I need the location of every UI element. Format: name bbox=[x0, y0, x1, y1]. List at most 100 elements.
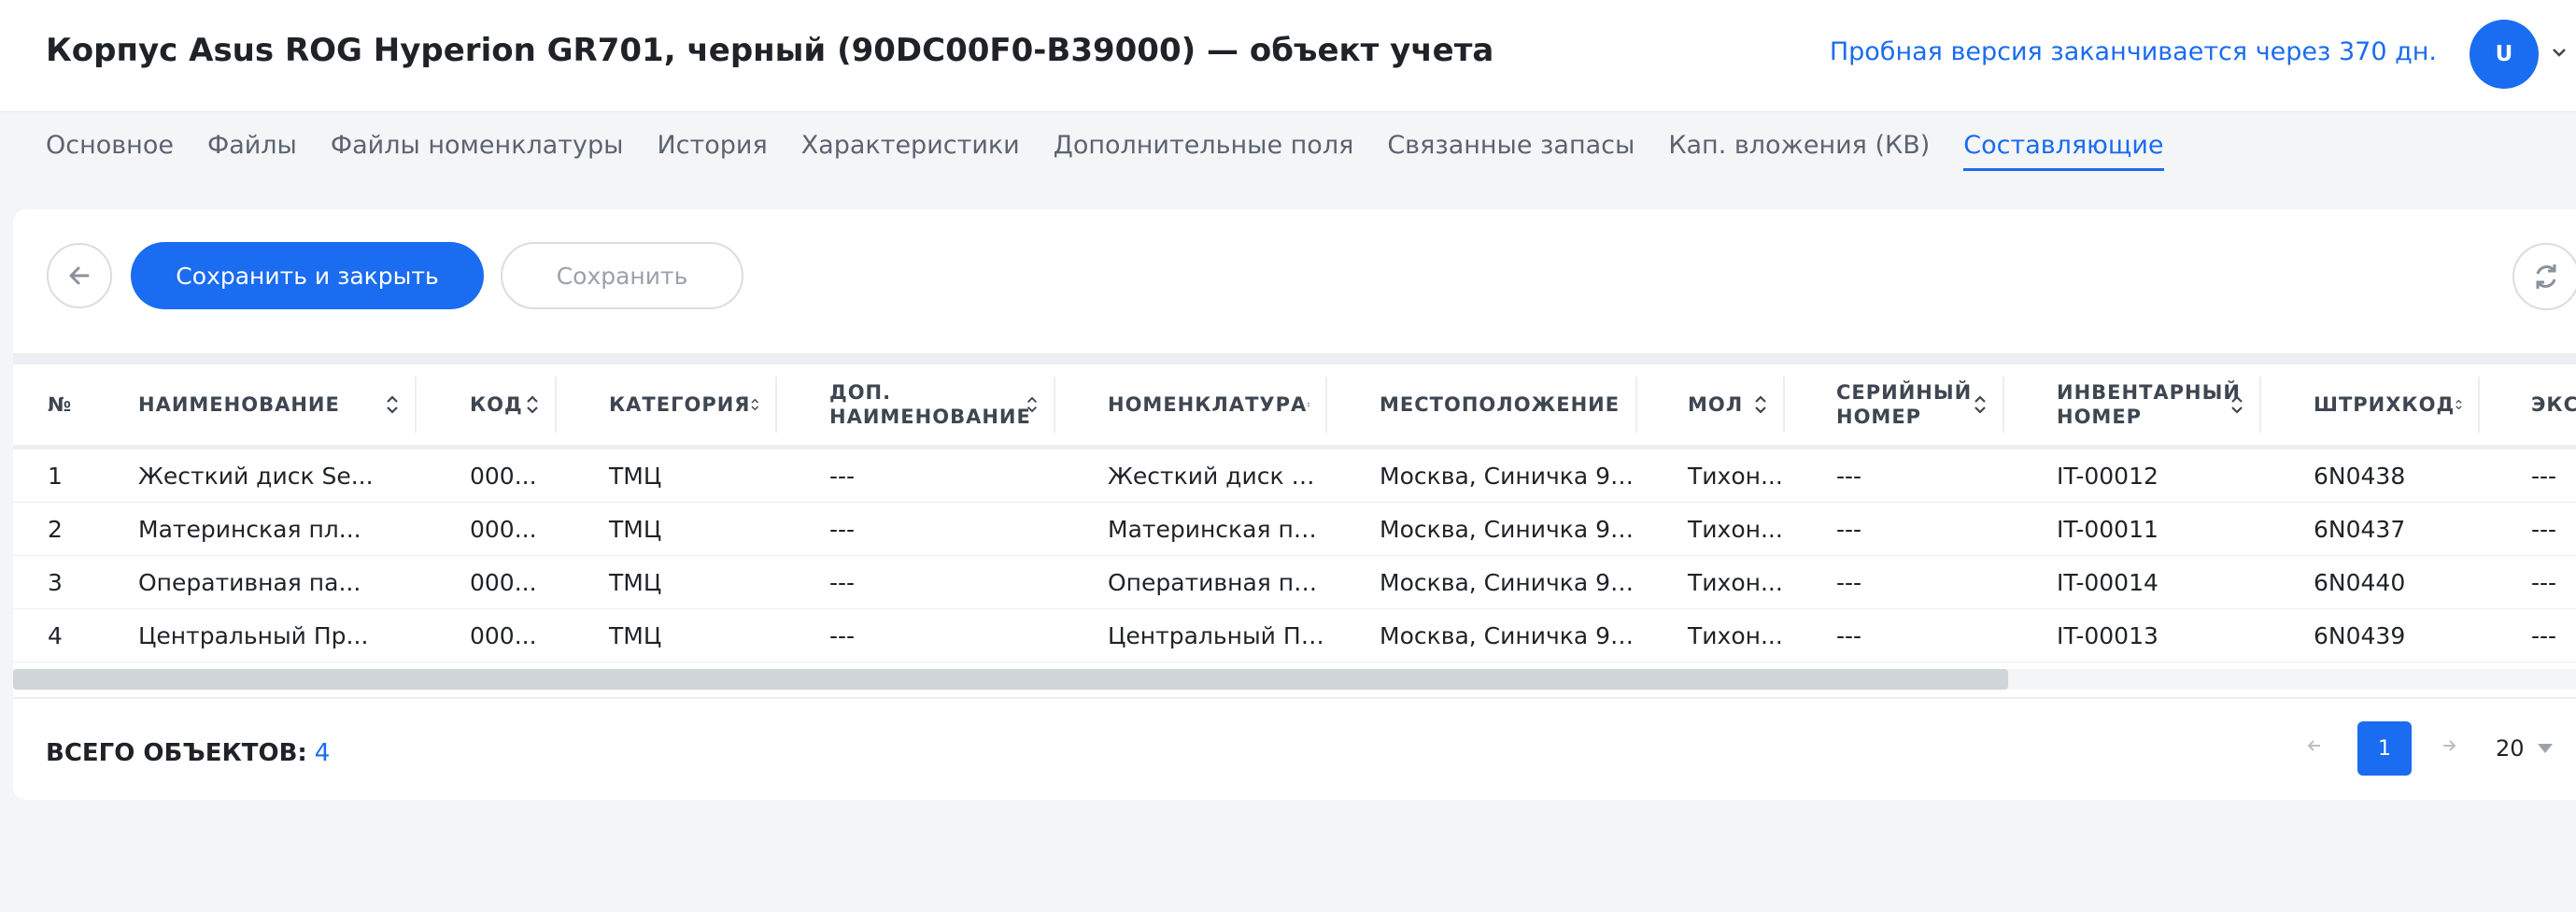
next-page-icon[interactable] bbox=[2440, 736, 2458, 761]
back-button[interactable] bbox=[47, 243, 112, 308]
sort-icon[interactable] bbox=[2229, 392, 2244, 417]
table-cell: --- bbox=[1785, 502, 2004, 556]
col-header-nomenclature[interactable]: НОМЕНКЛАТУРА bbox=[1055, 364, 1327, 449]
components-table: № НАИМЕНОВАНИЕ КОД КАТЕГОРИЯ ДОП. НАИМЕН… bbox=[13, 364, 2576, 663]
table-cell: Тихон... bbox=[1637, 447, 1785, 503]
col-header-inventory-number[interactable]: ИНВЕНТАРНЫЙ НОМЕР bbox=[2004, 364, 2261, 449]
table-cell: Оперативная па... bbox=[138, 555, 417, 609]
table-cell: --- bbox=[777, 447, 1055, 503]
table-cell: 000... bbox=[417, 555, 557, 609]
sort-icon[interactable] bbox=[2455, 392, 2463, 417]
table-footer: ВСЕГО ОБЪЕКТОВ: 4 1 20 bbox=[13, 697, 2576, 802]
sort-icon[interactable] bbox=[525, 392, 540, 417]
table-cell: 000... bbox=[417, 502, 557, 556]
sort-icon[interactable] bbox=[1026, 392, 1039, 417]
total-count: 4 bbox=[314, 739, 331, 767]
table-cell: --- bbox=[1785, 447, 2004, 503]
tab-history[interactable]: История bbox=[657, 129, 767, 168]
table-cell: --- bbox=[2480, 447, 2576, 503]
col-header-additional-name[interactable]: ДОП. НАИМЕНОВАНИЕ bbox=[777, 364, 1055, 449]
sort-icon[interactable] bbox=[1620, 392, 1621, 417]
table-cell: 1 bbox=[13, 447, 138, 503]
scrollbar-thumb[interactable] bbox=[13, 669, 2008, 690]
tab-capital-investments[interactable]: Кап. вложения (КВ) bbox=[1668, 129, 1930, 168]
sort-icon[interactable] bbox=[750, 392, 760, 417]
table-cell: Материнская пл... bbox=[138, 502, 417, 556]
table-cell: Москва, Синичка 9а... bbox=[1327, 608, 1637, 663]
page-size-value: 20 bbox=[2496, 735, 2525, 762]
table-row[interactable]: 1 Жесткий диск Se... 000... ТМЦ --- Жесткий д… bbox=[13, 447, 2576, 503]
sort-icon[interactable] bbox=[1307, 392, 1310, 417]
table-cell: Жесткий диск Se... bbox=[1055, 447, 1327, 503]
user-avatar[interactable]: U bbox=[2470, 20, 2539, 89]
col-header-serial-number[interactable]: СЕРИЙНЫЙ НОМЕР bbox=[1785, 364, 2004, 449]
col-header-mol[interactable]: МОЛ bbox=[1637, 364, 1785, 449]
tab-components[interactable]: Составляющие bbox=[1963, 129, 2164, 171]
table-cell: 3 bbox=[13, 555, 138, 609]
table-cell: ТМЦ bbox=[557, 447, 777, 503]
table-cell: IT-00013 bbox=[2004, 608, 2261, 663]
col-header-number[interactable]: № bbox=[13, 364, 138, 449]
table-cell: 2 bbox=[13, 502, 138, 556]
table-header-row: № НАИМЕНОВАНИЕ КОД КАТЕГОРИЯ ДОП. НАИМЕН… bbox=[13, 364, 2576, 449]
total-objects: ВСЕГО ОБЪЕКТОВ: 4 bbox=[46, 739, 330, 767]
page-button-current[interactable]: 1 bbox=[2357, 721, 2412, 776]
table-cell: 6N0440 bbox=[2261, 555, 2480, 609]
tab-bar: Основное Файлы Файлы номенклатуры Истори… bbox=[46, 129, 2198, 171]
table-cell: Тихон... bbox=[1637, 555, 1785, 609]
col-header-barcode[interactable]: ШТРИХКОД bbox=[2261, 364, 2480, 449]
table-cell: Центральный Пр... bbox=[138, 608, 417, 663]
table-cell: IT-00012 bbox=[2004, 447, 2261, 503]
chevron-down-icon[interactable] bbox=[2550, 43, 2569, 62]
table-row[interactable]: 3 Оперативная па... 000... ТМЦ --- Оперативна… bbox=[13, 555, 2576, 609]
table-row[interactable]: 2 Материнская пл... 000... ТМЦ --- Материнска… bbox=[13, 502, 2576, 556]
table-cell: Оперативная па... bbox=[1055, 555, 1327, 609]
components-card: Сохранить и закрыть Сохранить № НАИМЕНОВ… bbox=[13, 209, 2576, 800]
table-cell: Жесткий диск Se... bbox=[138, 447, 417, 503]
tab-characteristics[interactable]: Характеристики bbox=[801, 129, 1020, 168]
col-header-code[interactable]: КОД bbox=[417, 364, 557, 449]
tab-related-stocks[interactable]: Связанные запасы bbox=[1387, 129, 1635, 168]
table-cell: --- bbox=[2480, 555, 2576, 609]
table-cell: --- bbox=[1785, 608, 2004, 663]
caret-down-icon bbox=[2537, 744, 2553, 753]
page-size-select[interactable]: 20 bbox=[2496, 721, 2576, 776]
table-cell: 000... bbox=[417, 608, 557, 663]
col-header-category[interactable]: КАТЕГОРИЯ bbox=[557, 364, 777, 449]
tab-additional-fields[interactable]: Дополнительные поля bbox=[1054, 129, 1354, 168]
prev-page-icon[interactable] bbox=[2305, 736, 2324, 761]
table-cell: --- bbox=[777, 608, 1055, 663]
table-cell: ТМЦ bbox=[557, 555, 777, 609]
divider bbox=[13, 353, 2576, 364]
tab-main[interactable]: Основное bbox=[46, 129, 174, 168]
refresh-icon bbox=[2536, 264, 2556, 289]
table-cell: IT-00014 bbox=[2004, 555, 2261, 609]
table-cell: 000... bbox=[417, 447, 557, 503]
table-cell: --- bbox=[1785, 555, 2004, 609]
table-cell: 6N0437 bbox=[2261, 502, 2480, 556]
save-button[interactable]: Сохранить bbox=[501, 242, 743, 309]
refresh-button[interactable] bbox=[2512, 243, 2576, 310]
col-header-operation[interactable]: ЭКСПЛУ bbox=[2480, 364, 2576, 449]
trial-notice-link[interactable]: Пробная версия заканчивается через 370 д… bbox=[1830, 37, 2437, 66]
table-cell: Москва, Синичка 9а... bbox=[1327, 447, 1637, 503]
table-cell: ТМЦ bbox=[557, 608, 777, 663]
tab-files[interactable]: Файлы bbox=[207, 129, 297, 168]
table-body: 1 Жесткий диск Se... 000... ТМЦ --- Жесткий д… bbox=[13, 447, 2576, 663]
save-and-close-button[interactable]: Сохранить и закрыть bbox=[131, 242, 484, 309]
sort-icon[interactable] bbox=[1753, 392, 1768, 417]
components-table-wrap: № НАИМЕНОВАНИЕ КОД КАТЕГОРИЯ ДОП. НАИМЕН… bbox=[13, 364, 2576, 680]
table-cell: Тихон... bbox=[1637, 608, 1785, 663]
total-label: ВСЕГО ОБЪЕКТОВ: bbox=[46, 739, 307, 767]
sort-icon[interactable] bbox=[385, 392, 400, 417]
col-header-location[interactable]: МЕСТОПОЛОЖЕНИЕ bbox=[1327, 364, 1637, 449]
sort-icon[interactable] bbox=[1973, 392, 1988, 417]
tab-nomenclature-files[interactable]: Файлы номенклатуры bbox=[331, 129, 624, 168]
table-cell: 6N0438 bbox=[2261, 447, 2480, 503]
table-cell: --- bbox=[777, 555, 1055, 609]
table-cell: Москва, Синичка 9а... bbox=[1327, 555, 1637, 609]
arrow-left-icon bbox=[69, 266, 90, 285]
page-title: Корпус Asus ROG Hyperion GR701, черный (… bbox=[46, 32, 1494, 69]
table-row[interactable]: 4 Центральный Пр... 000... ТМЦ --- Центральны… bbox=[13, 608, 2576, 663]
col-header-name[interactable]: НАИМЕНОВАНИЕ bbox=[138, 364, 417, 449]
